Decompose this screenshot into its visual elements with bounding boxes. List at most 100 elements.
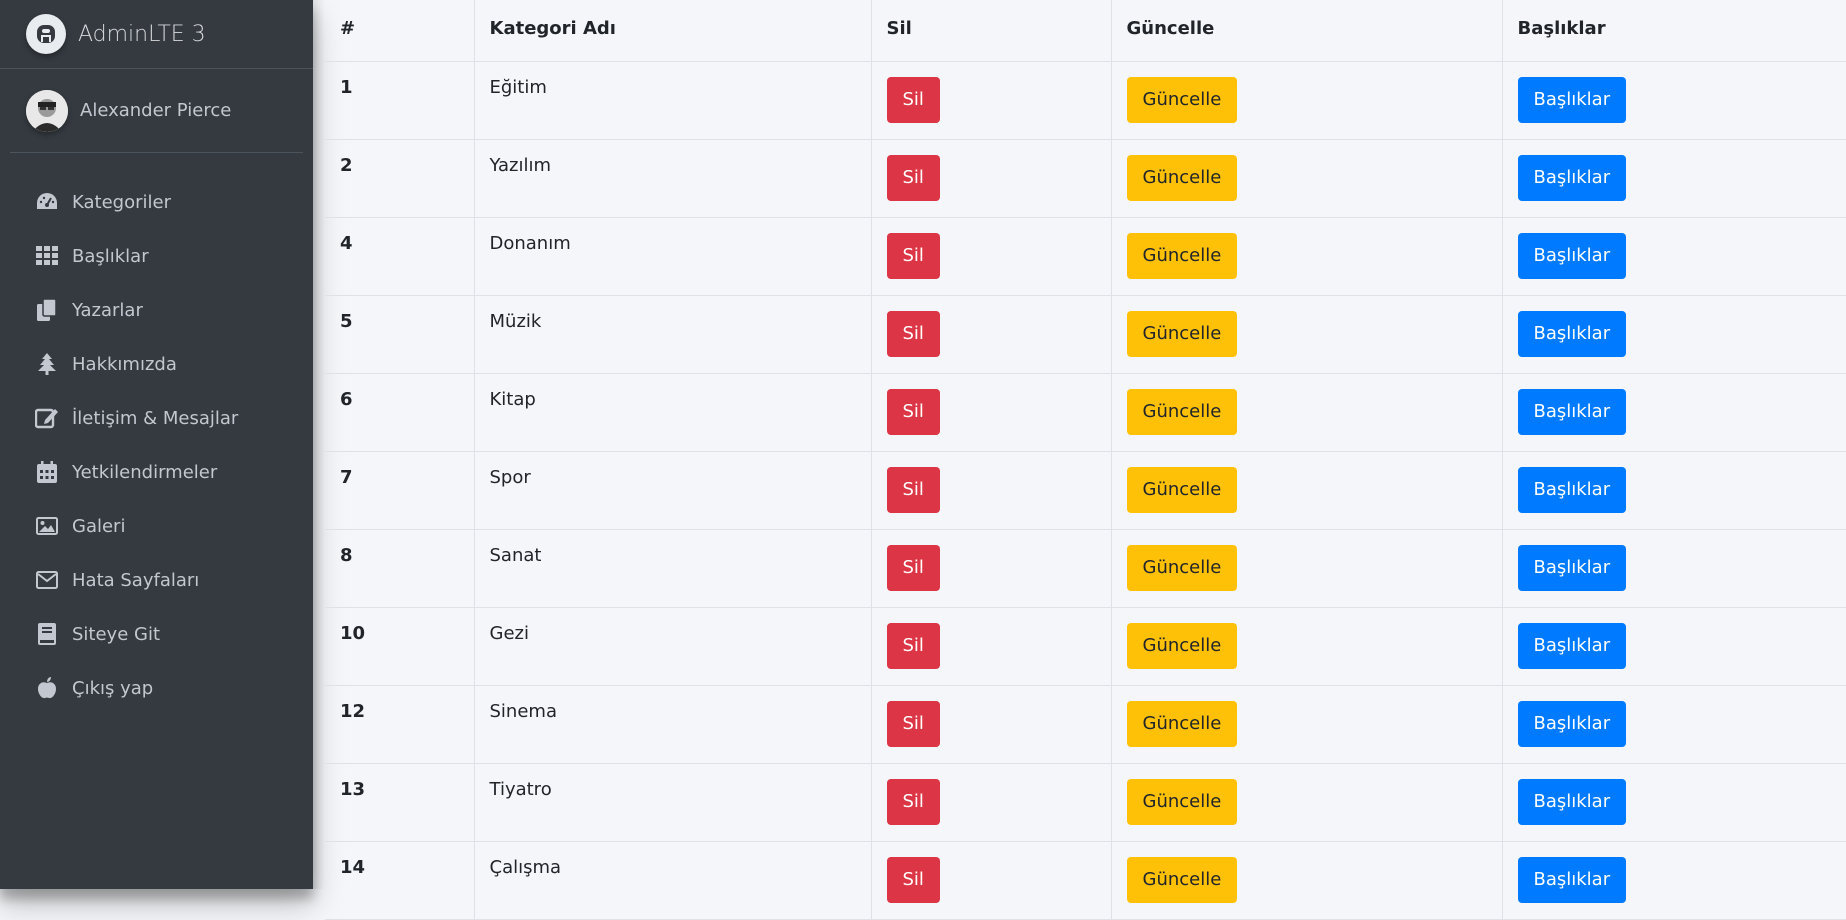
user-avatar bbox=[26, 90, 68, 132]
row-id: 10 bbox=[325, 607, 474, 685]
titles-button[interactable]: Başlıklar bbox=[1518, 545, 1627, 591]
calendar-icon bbox=[34, 460, 60, 484]
titles-button[interactable]: Başlıklar bbox=[1518, 857, 1627, 903]
row-category-name: Tiyatro bbox=[474, 763, 871, 841]
table-row: 8 Sanat Sil Güncelle Başlıklar bbox=[325, 529, 1846, 607]
table-row: 13 Tiyatro Sil Güncelle Başlıklar bbox=[325, 763, 1846, 841]
update-button[interactable]: Güncelle bbox=[1127, 779, 1238, 825]
update-button[interactable]: Güncelle bbox=[1127, 77, 1238, 123]
delete-button[interactable]: Sil bbox=[887, 155, 940, 201]
row-category-name: Sanat bbox=[474, 529, 871, 607]
table-row: 7 Spor Sil Güncelle Başlıklar bbox=[325, 451, 1846, 529]
user-name: Alexander Pierce bbox=[80, 100, 231, 121]
category-table: # Kategori Adı Sil Güncelle Başlıklar 1 … bbox=[325, 0, 1846, 920]
row-id: 2 bbox=[325, 139, 474, 217]
row-id: 4 bbox=[325, 217, 474, 295]
sidebar-item-hata-sayfalari[interactable]: Hata Sayfaları bbox=[0, 553, 313, 607]
sidebar-item-galeri[interactable]: Galeri bbox=[0, 499, 313, 553]
update-button[interactable]: Güncelle bbox=[1127, 545, 1238, 591]
sidebar-item-label: Hata Sayfaları bbox=[72, 570, 199, 591]
titles-button[interactable]: Başlıklar bbox=[1518, 623, 1627, 669]
header-delete: Sil bbox=[871, 0, 1111, 61]
row-id: 6 bbox=[325, 373, 474, 451]
row-id: 12 bbox=[325, 685, 474, 763]
delete-button[interactable]: Sil bbox=[887, 467, 940, 513]
delete-button[interactable]: Sil bbox=[887, 389, 940, 435]
row-category-name: Gezi bbox=[474, 607, 871, 685]
sidebar-item-hakkimizda[interactable]: Hakkımızda bbox=[0, 337, 313, 391]
update-button[interactable]: Güncelle bbox=[1127, 311, 1238, 357]
row-id: 5 bbox=[325, 295, 474, 373]
row-category-name: Müzik bbox=[474, 295, 871, 373]
user-panel[interactable]: Alexander Pierce bbox=[10, 69, 303, 153]
tachometer-icon bbox=[34, 190, 60, 214]
sidebar-item-label: Başlıklar bbox=[72, 246, 149, 267]
copy-icon bbox=[34, 298, 60, 322]
row-category-name: Sinema bbox=[474, 685, 871, 763]
sidebar-item-label: İletişim & Mesajlar bbox=[72, 408, 238, 429]
sidebar-item-kategoriler[interactable]: Kategoriler bbox=[0, 175, 313, 229]
table-row: 5 Müzik Sil Güncelle Başlıklar bbox=[325, 295, 1846, 373]
titles-button[interactable]: Başlıklar bbox=[1518, 77, 1627, 123]
titles-button[interactable]: Başlıklar bbox=[1518, 311, 1627, 357]
sidebar-item-yetkilendirmeler[interactable]: Yetkilendirmeler bbox=[0, 445, 313, 499]
header-category-name: Kategori Adı bbox=[474, 0, 871, 61]
envelope-icon bbox=[34, 568, 60, 592]
sidebar-item-label: Kategoriler bbox=[72, 192, 171, 213]
row-category-name: Çalışma bbox=[474, 841, 871, 919]
row-category-name: Yazılım bbox=[474, 139, 871, 217]
update-button[interactable]: Güncelle bbox=[1127, 467, 1238, 513]
update-button[interactable]: Güncelle bbox=[1127, 233, 1238, 279]
titles-button[interactable]: Başlıklar bbox=[1518, 467, 1627, 513]
book-icon bbox=[34, 622, 60, 646]
sidebar-item-label: Galeri bbox=[72, 516, 125, 537]
titles-button[interactable]: Başlıklar bbox=[1518, 701, 1627, 747]
delete-button[interactable]: Sil bbox=[887, 233, 940, 279]
row-category-name: Eğitim bbox=[474, 61, 871, 139]
row-category-name: Donanım bbox=[474, 217, 871, 295]
table-header-row: # Kategori Adı Sil Güncelle Başlıklar bbox=[325, 0, 1846, 61]
main-sidebar: AdminLTE 3 Alexander Pierce Kategoriler bbox=[0, 0, 313, 889]
sidebar-item-yazarlar[interactable]: Yazarlar bbox=[0, 283, 313, 337]
header-titles: Başlıklar bbox=[1502, 0, 1846, 61]
table-row: 12 Sinema Sil Güncelle Başlıklar bbox=[325, 685, 1846, 763]
apple-icon bbox=[34, 676, 60, 700]
brand-link[interactable]: AdminLTE 3 bbox=[0, 0, 313, 69]
row-category-name: Spor bbox=[474, 451, 871, 529]
titles-button[interactable]: Başlıklar bbox=[1518, 233, 1627, 279]
update-button[interactable]: Güncelle bbox=[1127, 857, 1238, 903]
delete-button[interactable]: Sil bbox=[887, 701, 940, 747]
delete-button[interactable]: Sil bbox=[887, 545, 940, 591]
delete-button[interactable]: Sil bbox=[887, 623, 940, 669]
brand-title: AdminLTE 3 bbox=[78, 22, 206, 47]
delete-button[interactable]: Sil bbox=[887, 779, 940, 825]
sidebar-item-label: Yetkilendirmeler bbox=[72, 462, 217, 483]
update-button[interactable]: Güncelle bbox=[1127, 701, 1238, 747]
titles-button[interactable]: Başlıklar bbox=[1518, 779, 1627, 825]
grid-icon bbox=[34, 244, 60, 268]
adminlte-logo-icon bbox=[26, 14, 66, 54]
delete-button[interactable]: Sil bbox=[887, 311, 940, 357]
table-row: 2 Yazılım Sil Güncelle Başlıklar bbox=[325, 139, 1846, 217]
delete-button[interactable]: Sil bbox=[887, 857, 940, 903]
sidebar-item-iletisim[interactable]: İletişim & Mesajlar bbox=[0, 391, 313, 445]
sidebar-item-cikis-yap[interactable]: Çıkış yap bbox=[0, 661, 313, 715]
sidebar-item-siteye-git[interactable]: Siteye Git bbox=[0, 607, 313, 661]
image-icon bbox=[34, 514, 60, 538]
header-update: Güncelle bbox=[1111, 0, 1502, 61]
sidebar-item-label: Hakkımızda bbox=[72, 354, 177, 375]
update-button[interactable]: Güncelle bbox=[1127, 389, 1238, 435]
row-id: 8 bbox=[325, 529, 474, 607]
update-button[interactable]: Güncelle bbox=[1127, 155, 1238, 201]
titles-button[interactable]: Başlıklar bbox=[1518, 155, 1627, 201]
update-button[interactable]: Güncelle bbox=[1127, 623, 1238, 669]
sidebar-item-label: Siteye Git bbox=[72, 624, 160, 645]
titles-button[interactable]: Başlıklar bbox=[1518, 389, 1627, 435]
sidebar-item-basliklar[interactable]: Başlıklar bbox=[0, 229, 313, 283]
table-row: 10 Gezi Sil Güncelle Başlıklar bbox=[325, 607, 1846, 685]
row-id: 7 bbox=[325, 451, 474, 529]
table-row: 6 Kitap Sil Güncelle Başlıklar bbox=[325, 373, 1846, 451]
sidebar-nav: Kategoriler Başlıklar Yazarlar Hakkımızd… bbox=[0, 153, 313, 715]
content-area: # Kategori Adı Sil Güncelle Başlıklar 1 … bbox=[313, 0, 1846, 889]
delete-button[interactable]: Sil bbox=[887, 77, 940, 123]
